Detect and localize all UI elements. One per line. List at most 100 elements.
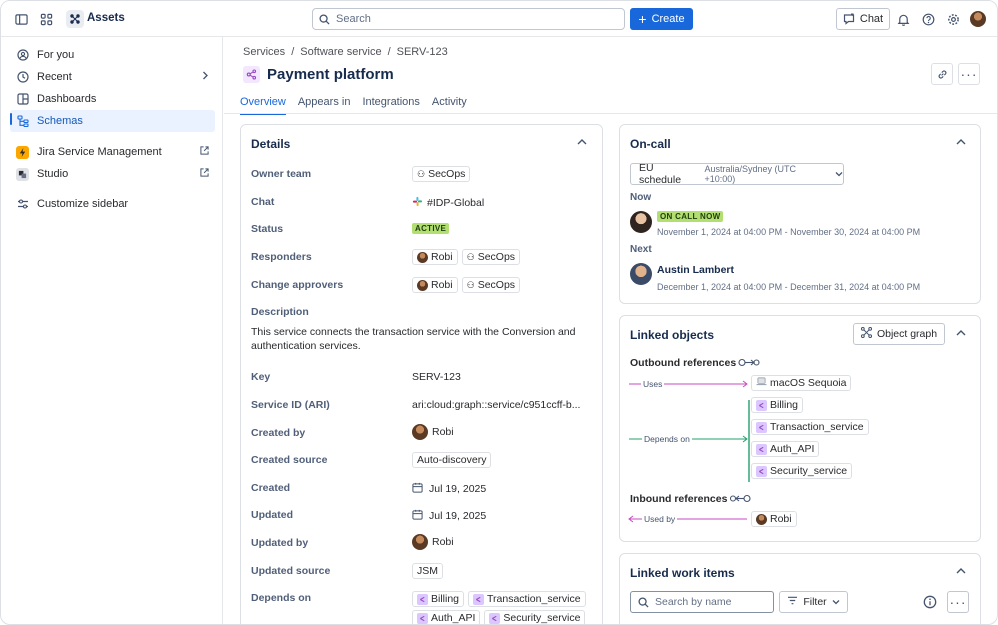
laptop-icon	[756, 377, 767, 389]
change-approvers-value: Robi ⚇ SecOps	[412, 277, 521, 293]
chat-value[interactable]: #IDP-Global	[412, 196, 484, 210]
created-source-label: Created source	[251, 454, 328, 466]
search-placeholder: Search by name	[655, 596, 732, 608]
chevron-down-icon	[835, 168, 843, 180]
object-chip[interactable]: Security_service	[751, 463, 853, 479]
sidebar-item-jira-service-management[interactable]: Jira Service Management	[10, 141, 215, 163]
sidebar-toggle-icon[interactable]	[9, 7, 33, 31]
approver-chip[interactable]: ⚇ SecOps	[461, 277, 521, 293]
app-switcher-icon[interactable]	[34, 7, 58, 31]
schedule-select[interactable]: EU schedule Australia/Sydney (UTC +10:00…	[630, 162, 844, 186]
uses-target[interactable]: macOS Sequoia	[751, 375, 852, 391]
info-icon[interactable]	[923, 595, 937, 612]
user-circle-icon	[16, 49, 29, 62]
object-chip[interactable]: Auth_API	[751, 441, 820, 457]
assets-logo-icon[interactable]	[66, 10, 84, 28]
sidebar-item-schemas[interactable]: Schemas	[10, 110, 215, 132]
studio-icon	[16, 167, 29, 181]
calendar-icon	[412, 509, 423, 523]
object-chip[interactable]: Transaction_service	[751, 419, 869, 435]
inbound-references-label: Inbound references	[630, 493, 728, 505]
object-name: Transaction_service	[770, 421, 864, 433]
chat-button[interactable]: Chat	[836, 8, 890, 30]
profile-avatar[interactable]	[970, 11, 986, 27]
create-label: Create	[651, 13, 685, 25]
depends-target[interactable]: Billing	[751, 397, 804, 413]
app-name[interactable]: Assets	[87, 12, 125, 24]
used-by-target[interactable]: Robi	[751, 511, 797, 527]
service-chip[interactable]: Transaction_service	[468, 591, 586, 607]
created-by-label: Created by	[251, 427, 306, 439]
outbound-icon	[738, 358, 760, 370]
help-icon[interactable]	[916, 7, 940, 31]
graph-icon	[860, 326, 872, 341]
user-name: Robi	[432, 536, 454, 548]
created-value: Jul 19, 2025	[412, 482, 486, 496]
clock-icon	[16, 71, 29, 84]
responder-chip[interactable]: Robi	[412, 249, 458, 265]
service-chip[interactable]: Billing	[412, 591, 465, 607]
status-badge: ACTIVE	[412, 223, 450, 234]
status-label: Status	[251, 223, 284, 235]
settings-gear-icon[interactable]	[941, 7, 965, 31]
chevron-down-icon	[832, 596, 840, 608]
collapse-chevron-icon[interactable]	[956, 329, 966, 340]
service-chip[interactable]: Security_service	[484, 610, 586, 624]
top-navigation: Assets Search + Create Chat	[1, 1, 997, 37]
sidebar-item-customize-sidebar[interactable]: Customize sidebar	[10, 193, 215, 215]
service-id-label: Service ID (ARI)	[251, 399, 330, 411]
sidebar-item-label: Customize sidebar	[37, 198, 129, 210]
user-name: Robi	[432, 426, 454, 438]
object-chip[interactable]: Billing	[751, 397, 804, 413]
oncall-title: On-call	[630, 137, 671, 151]
schedule-timezone: Australia/Sydney (UTC +10:00)	[704, 164, 796, 184]
depends-target[interactable]: Security_service	[751, 463, 853, 479]
sidebar-item-studio[interactable]: Studio	[10, 163, 215, 185]
updated-by-value[interactable]: Robi	[412, 534, 454, 550]
responder-chip[interactable]: ⚇ SecOps	[461, 249, 521, 265]
breadcrumb-item-software-service[interactable]: Software service	[300, 46, 381, 58]
team-chip[interactable]: ⚇ SecOps	[412, 166, 471, 182]
service-icon	[756, 421, 767, 433]
updated-label: Updated	[251, 509, 293, 521]
copy-link-button[interactable]	[931, 63, 953, 85]
used-by-connector-label: Used by	[642, 514, 678, 524]
schedule-name: EU schedule	[639, 162, 682, 186]
create-button[interactable]: + Create	[630, 8, 693, 30]
service-name: Billing	[431, 593, 460, 605]
key-label: Key	[251, 371, 271, 383]
service-chip[interactable]: Auth_API	[412, 610, 481, 624]
collapse-chevron-icon[interactable]	[577, 138, 587, 149]
sidebar-item-recent[interactable]: Recent	[10, 66, 215, 88]
more-actions-button[interactable]: ···	[958, 63, 980, 85]
jsm-icon	[16, 145, 29, 159]
avatar	[412, 424, 428, 440]
created-by-value[interactable]: Robi	[412, 424, 454, 440]
work-items-search-input[interactable]: Search by name	[630, 591, 774, 613]
next-name: Austin Lambert	[657, 264, 735, 276]
sidebar-item-dashboards[interactable]: Dashboards	[10, 88, 215, 110]
chat-channel: #IDP-Global	[427, 197, 485, 209]
chevron-right-icon[interactable]	[201, 71, 209, 83]
breadcrumb-item-services[interactable]: Services	[243, 46, 285, 58]
description-label: Description	[251, 306, 309, 318]
collapse-chevron-icon[interactable]	[956, 567, 966, 578]
collapse-chevron-icon[interactable]	[956, 138, 966, 149]
owner-team-value: ⚇ SecOps	[412, 166, 471, 182]
next-label: Next	[630, 244, 652, 255]
work-items-more-button[interactable]: ···	[947, 591, 969, 613]
breadcrumb-item-serv-123[interactable]: SERV-123	[397, 46, 448, 58]
sidebar-item-for-you[interactable]: For you	[10, 44, 215, 66]
notifications-bell-icon[interactable]	[891, 7, 915, 31]
object-graph-button[interactable]: Object graph	[853, 323, 945, 345]
object-chip[interactable]: Robi	[751, 511, 797, 527]
sliders-icon	[16, 198, 29, 211]
object-chip[interactable]: macOS Sequoia	[751, 375, 852, 391]
global-search-input[interactable]: Search	[312, 8, 625, 30]
filter-button[interactable]: Filter	[779, 591, 848, 613]
depends-target[interactable]: Auth_API	[751, 441, 820, 457]
service-id-value: ari:cloud:graph::service/c951ccff-b...	[412, 399, 581, 411]
approver-chip[interactable]: Robi	[412, 277, 458, 293]
object-name: macOS Sequoia	[770, 377, 847, 389]
depends-target[interactable]: Transaction_service	[751, 419, 869, 435]
